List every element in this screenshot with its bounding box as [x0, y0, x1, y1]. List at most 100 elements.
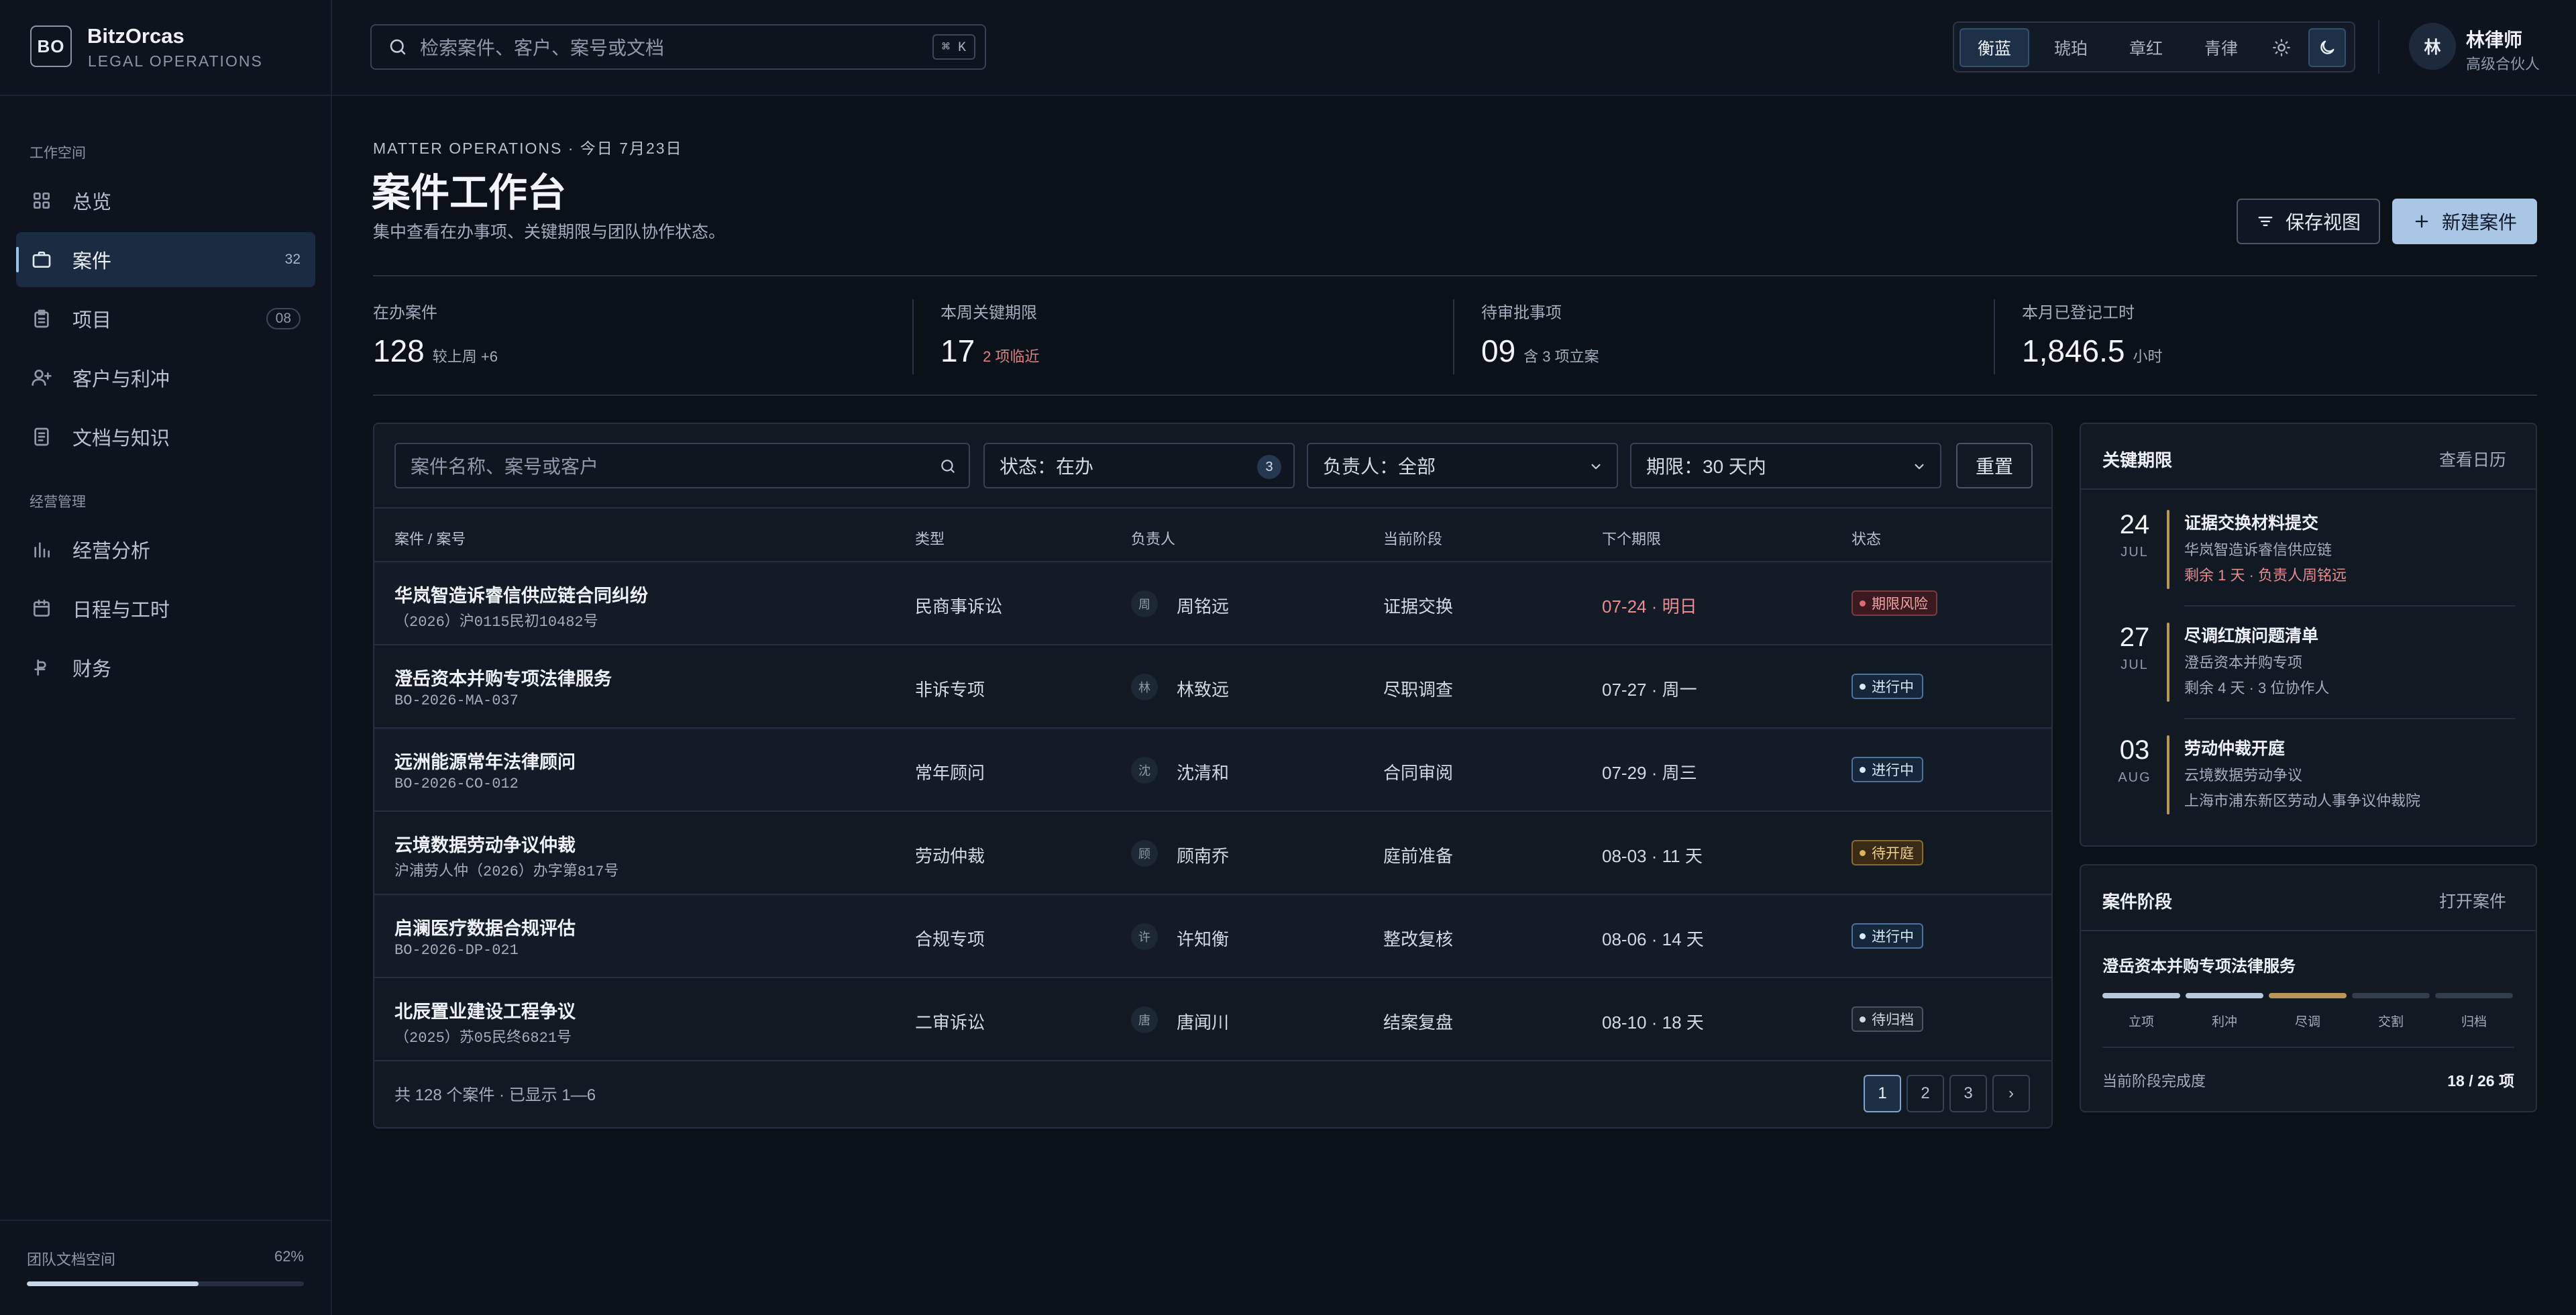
stage-step-label: 交割: [2377, 1015, 2404, 1029]
pagination-page-3[interactable]: 3: [1949, 1075, 1987, 1112]
nav-section-title: 经营管理: [30, 494, 86, 510]
next-deadline: 07-27 · 周一: [1602, 680, 1697, 700]
sidebar: BO BitzOrcas LEGAL OPERATIONS 工作空间 总览 案件…: [0, 0, 332, 1315]
status-filter[interactable]: 状态：在办 3: [983, 443, 1295, 488]
owner-filter[interactable]: 负责人：全部: [1307, 443, 1618, 488]
column-header-status[interactable]: 状态: [1851, 527, 1881, 549]
open-matter-link[interactable]: 打开案件: [2439, 888, 2506, 912]
stat-label: 在办案件: [373, 304, 437, 322]
matter-name[interactable]: 华岚智造诉睿信供应链合同纠纷: [394, 581, 648, 607]
stage-matter-name: 澄岳资本并购专项法律服务: [2102, 957, 2296, 976]
status-dot: [1860, 600, 1866, 607]
next-deadline: 08-10 · 18 天: [1602, 1012, 1704, 1033]
sidebar-item-analytics[interactable]: 经营分析: [16, 522, 315, 577]
matter-name[interactable]: 澄岳资本并购专项法律服务: [394, 664, 612, 690]
deadline-month: JUL: [2121, 545, 2149, 560]
table-row[interactable]: 云境数据劳动争议仲裁 沪浦劳人仲（2026）办字第817号 劳动仲裁 顾顾南乔 庭前准备…: [374, 812, 2051, 895]
matter-name[interactable]: 北辰置业建设工程争议: [394, 997, 576, 1023]
column-header-owner[interactable]: 负责人: [1131, 527, 1175, 549]
pagination-page-1[interactable]: 1: [1864, 1075, 1901, 1112]
column-header-matter[interactable]: 案件 / 案号: [394, 527, 466, 549]
table-row[interactable]: 澄岳资本并购专项法律服务 BO-2026-MA-037 非诉专项 林林致远 尽职调查 07…: [374, 645, 2051, 729]
matter-name[interactable]: 远洲能源常年法律顾问: [394, 747, 576, 774]
stat-label: 本周关键期限: [941, 304, 1037, 322]
deadline-item[interactable]: 24 JUL 证据交换材料提交 华岚智造诉睿信供应链 剩余 1 天 · 负责人周铭远: [2081, 510, 2536, 623]
table-row[interactable]: 北辰置业建设工程争议 （2025）苏05民终6821号 二审诉讼 唐唐闻川 结案复盘 08…: [374, 978, 2051, 1061]
view-calendar-link[interactable]: 查看日历: [2439, 447, 2506, 471]
matter-name[interactable]: 云境数据劳动争议仲裁: [394, 831, 576, 857]
top-bar: 检索案件、客户、案号或文档 ⌘ K 衡蓝 琥珀 章红 青律 林 林律师 高级合伙…: [332, 0, 2576, 96]
filter-icon: [2256, 212, 2286, 231]
deadline-filter[interactable]: 期限：30 天内: [1630, 443, 1941, 488]
table-row[interactable]: 华岚智造诉睿信供应链合同纠纷 （2026）沪0115民初10482号 民商事诉讼 周周…: [374, 562, 2051, 645]
save-view-label: 保存视图: [2285, 212, 2361, 233]
next-deadline: 07-24 · 明日: [1602, 596, 1697, 617]
page-title: 案件工作台: [372, 171, 567, 215]
theme-option-teal[interactable]: 青律: [2186, 28, 2256, 67]
deadline-item[interactable]: 03 AUG 劳动仲裁开庭 云境数据劳动争议 上海市浦东新区劳动人事争议仲裁院: [2081, 735, 2536, 848]
brand-logo[interactable]: BO: [30, 25, 72, 67]
sidebar-item-matters[interactable]: 案件 32: [16, 232, 315, 287]
matter-number: BO-2026-DP-021: [394, 942, 519, 959]
status-badge: 期限风险: [1851, 590, 1937, 616]
status-badge: 待开庭: [1851, 840, 1923, 865]
sidebar-item-finance[interactable]: 财务: [16, 640, 315, 695]
dark-mode-toggle[interactable]: [2308, 28, 2346, 67]
sidebar-item-count: 08: [266, 308, 301, 329]
table-row[interactable]: 启澜医疗数据合规评估 BO-2026-DP-021 合规专项 许许知衡 整改复核 08-0…: [374, 895, 2051, 978]
search-placeholder: 检索案件、客户、案号或文档: [420, 38, 665, 58]
light-mode-toggle[interactable]: [2263, 28, 2300, 67]
matter-search-placeholder: 案件名称、案号或客户: [411, 456, 599, 477]
pagination-next-button[interactable]: ›: [1992, 1075, 2030, 1112]
sidebar-item-projects[interactable]: 项目 08: [16, 291, 315, 346]
next-deadline: 08-03 · 11 天: [1602, 846, 1703, 866]
sidebar-item-documents[interactable]: 文档与知识: [16, 409, 315, 464]
document-icon: [31, 426, 52, 448]
stat-note: 较上周 +6: [432, 348, 498, 365]
theme-option-blue[interactable]: 衡蓝: [1960, 28, 2029, 67]
current-stage: 合同审阅: [1383, 763, 1454, 783]
sidebar-item-overview[interactable]: 总览: [16, 173, 315, 228]
user-plus-icon: [31, 367, 52, 388]
sidebar-item-label: 案件: [72, 251, 112, 272]
panel-title: 案件阶段: [2102, 892, 2173, 912]
column-header-type[interactable]: 类型: [915, 527, 945, 549]
status-label: 期限风险: [1872, 596, 1928, 612]
search-shortcut: ⌘ K: [932, 34, 975, 60]
pagination-page-2[interactable]: 2: [1907, 1075, 1944, 1112]
matter-search-input[interactable]: 案件名称、案号或客户: [394, 443, 970, 488]
reset-filters-button[interactable]: 重置: [1956, 443, 2033, 488]
deadline-accent-bar: [2167, 510, 2169, 589]
save-view-button[interactable]: 保存视图: [2237, 199, 2380, 244]
column-header-next-deadline[interactable]: 下个期限: [1602, 527, 1661, 549]
user-name[interactable]: 林律师: [2466, 25, 2522, 52]
status-filter-count: 3: [1257, 455, 1281, 479]
global-search-input[interactable]: 检索案件、客户、案号或文档 ⌘ K: [370, 24, 986, 70]
theme-option-amber[interactable]: 琥珀: [2036, 28, 2106, 67]
status-dot: [1860, 1016, 1866, 1022]
column-header-stage[interactable]: 当前阶段: [1383, 527, 1442, 549]
current-stage: 庭前准备: [1383, 846, 1454, 866]
matter-number: BO-2026-CO-012: [394, 776, 519, 792]
user-avatar[interactable]: 林: [2409, 23, 2456, 70]
briefcase-icon: [31, 249, 52, 270]
sidebar-item-clients-conflicts[interactable]: 客户与利冲: [16, 350, 315, 405]
theme-option-red[interactable]: 章红: [2111, 28, 2181, 67]
new-matter-button[interactable]: 新建案件: [2392, 199, 2537, 244]
matter-name[interactable]: 启澜医疗数据合规评估: [394, 914, 576, 940]
sidebar-item-label: 财务: [72, 659, 112, 680]
status-label: 进行中: [1872, 763, 1914, 778]
sidebar-item-label: 经营分析: [72, 541, 151, 562]
status-label: 待开庭: [1872, 846, 1914, 861]
sidebar-item-schedule[interactable]: 日程与工时: [16, 581, 315, 636]
table-header: 案件 / 案号 类型 负责人 当前阶段 下个期限 状态: [374, 507, 2051, 562]
deadline-note: 剩余 4 天 · 3 位协作人: [2184, 680, 2330, 696]
page-eyebrow: MATTER OPERATIONS · 今日 7月23日: [373, 140, 683, 157]
storage-percent: 62%: [274, 1248, 304, 1265]
deadline-item[interactable]: 27 JUL 尽调红旗问题清单 澄岳资本并购专项 剩余 4 天 · 3 位协作人: [2081, 623, 2536, 735]
table-row[interactable]: 远洲能源常年法律顾问 BO-2026-CO-012 常年顾问 沈沈清和 合同审阅 07-2…: [374, 729, 2051, 812]
owner-name: 沈清和: [1177, 763, 1230, 783]
owner-avatar: 许: [1131, 923, 1158, 950]
owner-avatar: 周: [1131, 590, 1158, 617]
stat-value: 17 2 项临近: [941, 333, 1040, 368]
